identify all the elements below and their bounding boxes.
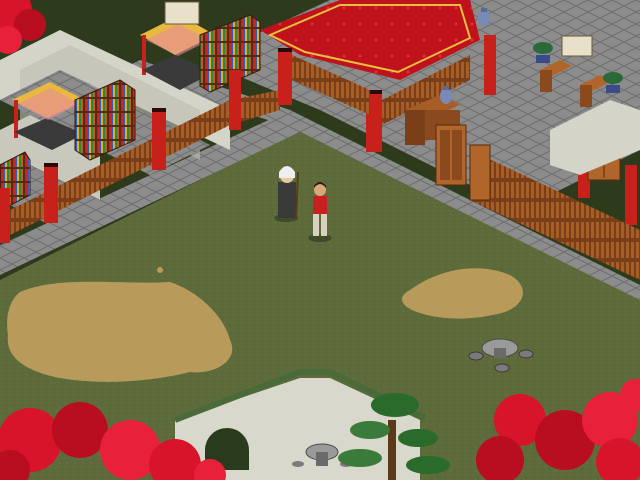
- red-pillar: [625, 165, 637, 225]
- wall-scroll: [164, 1, 200, 25]
- red-pillar: [229, 70, 241, 130]
- wall-scroll: [561, 35, 593, 57]
- stone-stool[interactable]: [518, 349, 534, 359]
- red-pillar: [0, 188, 10, 243]
- red-pillar: [152, 108, 166, 170]
- red-pillar: [484, 35, 496, 95]
- stone-stool[interactable]: [468, 351, 484, 361]
- stone-stool[interactable]: [494, 363, 510, 373]
- red-pillar: [44, 163, 58, 223]
- red-pillar: [278, 48, 292, 105]
- courtyard-map[interactable]: [0, 0, 640, 480]
- game-scene[interactable]: [0, 0, 640, 480]
- wooden-cabinet[interactable]: [435, 124, 467, 186]
